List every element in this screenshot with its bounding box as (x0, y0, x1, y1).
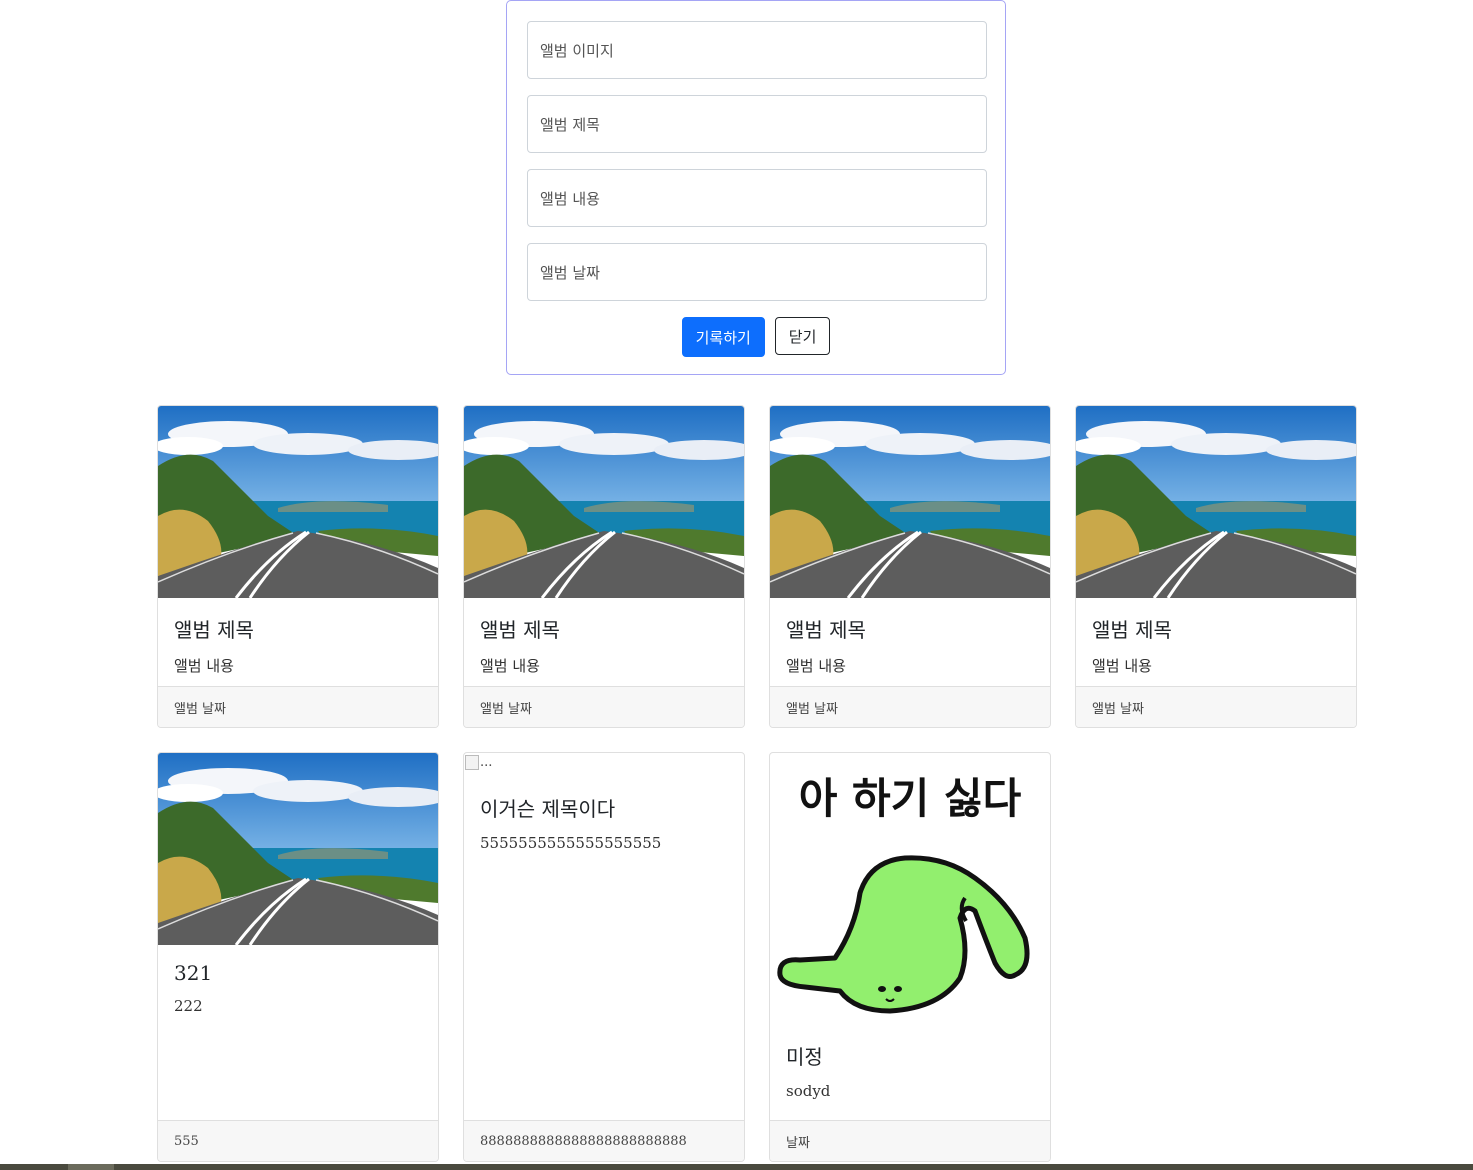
album-image-input[interactable]: 앨범 이미지 (527, 21, 987, 79)
card-title: 이거슨 제목이다 (480, 797, 616, 821)
taskbar-strip (0, 1164, 1473, 1170)
drawing-caption: 아 하기 싫다 (799, 774, 1022, 823)
album-title-input[interactable]: 앨범 제목 (527, 95, 987, 153)
card-footer: 앨범 날짜 (158, 686, 438, 727)
album-card[interactable]: ... 이거슨 제목이다 5555555555555555555 8888888… (463, 752, 745, 1162)
road-photo (158, 753, 438, 945)
road-photo (770, 406, 1050, 598)
road-photo (158, 406, 438, 598)
album-card[interactable]: 아 하기 싫다 미정 sodyd 날짜 (769, 752, 1051, 1162)
broken-image-icon: ... (465, 755, 492, 770)
card-title: 앨범 제목 (174, 618, 254, 642)
card-text: 앨범 내용 (786, 657, 846, 675)
album-date-input[interactable]: 앨범 날짜 (527, 243, 987, 301)
card-footer: 8888888888888888888888888 (464, 1120, 744, 1161)
form-buttons: 기록하기 닫기 (507, 317, 1005, 357)
card-text: 앨범 내용 (174, 657, 234, 675)
close-button[interactable]: 닫기 (774, 317, 831, 355)
card-text: 앨범 내용 (480, 657, 540, 675)
album-card[interactable]: 앨범 제목 앨범 내용 앨범 날짜 (1075, 405, 1357, 728)
road-photo (464, 406, 744, 598)
card-title: 미정 (786, 1045, 823, 1069)
card-text: 5555555555555555555 (480, 834, 662, 852)
road-photo (1076, 406, 1356, 598)
card-title: 321 (174, 961, 213, 985)
album-card[interactable]: 앨범 제목 앨범 내용 앨범 날짜 (769, 405, 1051, 728)
card-footer: 앨범 날짜 (464, 686, 744, 727)
card-text: sodyd (786, 1082, 831, 1100)
album-card[interactable]: 321 222 555 (157, 752, 439, 1162)
card-title: 앨범 제목 (786, 618, 866, 642)
submit-button[interactable]: 기록하기 (681, 317, 765, 357)
card-footer: 앨범 날짜 (1076, 686, 1356, 727)
album-card[interactable]: 앨범 제목 앨범 내용 앨범 날짜 (157, 405, 439, 728)
card-footer: 555 (158, 1120, 438, 1161)
card-title: 앨범 제목 (480, 618, 560, 642)
card-title: 앨범 제목 (1092, 618, 1172, 642)
green-creature-drawing: 아 하기 싫다 (777, 774, 1030, 1014)
album-content-input[interactable]: 앨범 내용 (527, 169, 987, 227)
card-text: 앨범 내용 (1092, 657, 1152, 675)
album-form: 앨범 이미지 앨범 제목 앨범 내용 앨범 날짜 기록하기 닫기 (506, 0, 1006, 375)
card-footer: 앨범 날짜 (770, 686, 1050, 727)
card-footer: 날짜 (770, 1120, 1050, 1161)
card-text: 222 (174, 997, 203, 1015)
album-card[interactable]: 앨범 제목 앨범 내용 앨범 날짜 (463, 405, 745, 728)
